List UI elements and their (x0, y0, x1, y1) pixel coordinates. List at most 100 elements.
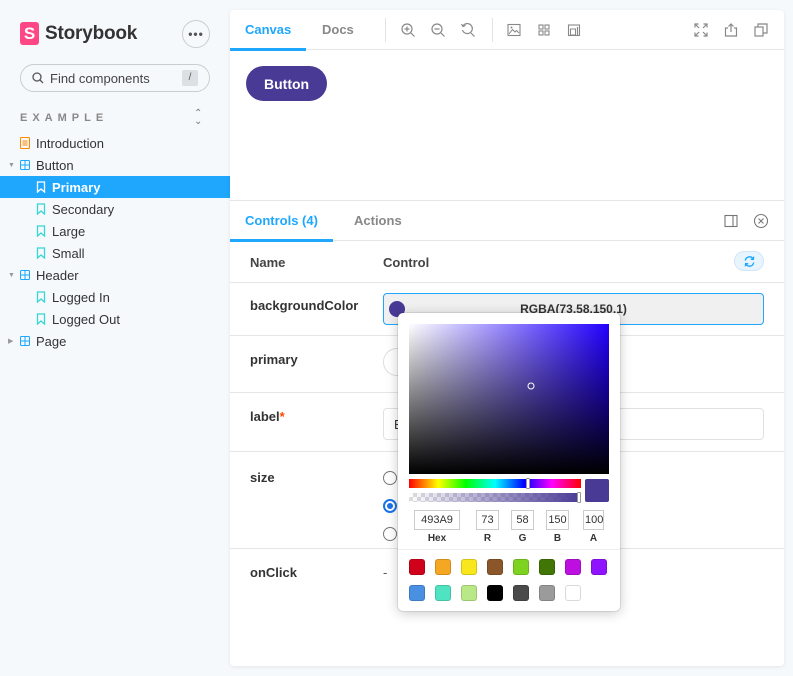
alpha-slider-handle[interactable] (577, 492, 581, 503)
preset-swatch[interactable] (565, 585, 581, 601)
caret-down-icon[interactable]: ▼ (8, 162, 15, 169)
color-fields: 493A9 Hex 73 R 58 G 150 B 100 A (409, 510, 609, 544)
green-label: G (518, 533, 527, 544)
caret-right-icon[interactable]: ▶ (8, 337, 13, 345)
component-icon (20, 335, 30, 347)
sidebar-item-label: Introduction (36, 135, 104, 151)
current-color-preview (585, 479, 609, 502)
toolbar: Canvas Docs (230, 10, 784, 51)
size-radio-option[interactable] (383, 527, 397, 541)
control-name: onClick (250, 565, 297, 580)
blue-field: 150 B (546, 510, 569, 544)
controls-table-header: Name Control (230, 241, 784, 283)
size-radio-option-selected[interactable] (383, 499, 397, 513)
tab-actions[interactable]: Actions (354, 201, 402, 241)
background-icon[interactable] (506, 22, 522, 38)
hex-input[interactable]: 493A9 (414, 510, 460, 530)
sidebar: S Storybook ••• / EXAMPLE ⌃⌄ Introductio… (0, 0, 230, 676)
reset-controls-button[interactable] (734, 251, 764, 271)
alpha-input[interactable]: 100 (583, 510, 604, 530)
sidebar-item-header[interactable]: ▼ Header (0, 264, 230, 286)
search-icon (32, 72, 44, 84)
divider (385, 18, 386, 42)
sidebar-item-secondary[interactable]: Secondary (0, 198, 230, 220)
action-value: - (383, 565, 388, 580)
sidebar-item-logged-in[interactable]: Logged In (0, 286, 230, 308)
story-bookmark-icon (36, 291, 46, 303)
demo-button[interactable]: Button (246, 66, 328, 101)
preset-swatch[interactable] (435, 559, 451, 575)
zoom-reset-icon[interactable] (460, 22, 476, 38)
zoom-in-icon[interactable] (400, 22, 416, 38)
component-icon (20, 269, 30, 281)
sidebar-item-small[interactable]: Small (0, 242, 230, 264)
hex-field: 493A9 Hex (414, 510, 460, 544)
preset-swatch[interactable] (487, 559, 503, 575)
size-radio-option[interactable] (383, 471, 397, 485)
sidebar-item-logged-out[interactable]: Logged Out (0, 308, 230, 330)
red-field: 73 R (476, 510, 499, 544)
search-shortcut-key: / (182, 70, 198, 86)
sidebar-item-label: Header (36, 267, 79, 283)
expand-collapse-all-icon[interactable]: ⌃ ⌄ (194, 109, 202, 127)
preset-swatch[interactable] (591, 559, 607, 575)
hex-label: Hex (427, 533, 447, 544)
brand[interactable]: S Storybook (20, 22, 137, 45)
preset-swatch[interactable] (539, 585, 555, 601)
sidebar-item-page[interactable]: ▶ Page (0, 330, 230, 352)
tab-docs[interactable]: Docs (322, 10, 354, 50)
search-box[interactable]: / (20, 64, 210, 92)
close-panel-icon[interactable] (753, 213, 769, 229)
blue-input[interactable]: 150 (546, 510, 569, 530)
preset-swatch[interactable] (565, 559, 581, 575)
sidebar-item-label: Button (36, 157, 74, 173)
preset-swatch[interactable] (539, 559, 555, 575)
reset-icon (744, 255, 754, 267)
color-picker-popover: 493A9 Hex 73 R 58 G 150 B 100 A (398, 313, 620, 611)
preset-swatch[interactable] (409, 559, 425, 575)
sidebar-item-button[interactable]: ▼ Button (0, 154, 230, 176)
alpha-field: 100 A (583, 510, 604, 544)
share-icon[interactable] (723, 22, 739, 38)
red-input[interactable]: 73 (476, 510, 499, 530)
hue-slider-handle[interactable] (525, 478, 530, 489)
preset-swatch[interactable] (461, 559, 477, 575)
required-marker: * (279, 409, 285, 424)
section-title[interactable]: EXAMPLE (20, 112, 108, 124)
hue-slider[interactable] (409, 478, 581, 489)
control-name: size (250, 470, 275, 485)
fullscreen-icon[interactable] (693, 22, 709, 38)
story-bookmark-icon (36, 247, 46, 259)
tab-canvas[interactable]: Canvas (230, 10, 307, 51)
divider (398, 549, 620, 550)
sidebar-item-label: Primary (52, 179, 101, 195)
outline-icon[interactable] (566, 22, 582, 38)
sidebar-item-large[interactable]: Large (0, 220, 230, 242)
search-input[interactable] (50, 70, 180, 86)
preset-swatch[interactable] (513, 585, 529, 601)
control-name: backgroundColor (250, 298, 359, 313)
preset-swatch[interactable] (435, 585, 451, 601)
grid-icon[interactable] (536, 22, 552, 38)
story-bookmark-icon (36, 203, 46, 215)
preset-swatch[interactable] (487, 585, 503, 601)
more-menu-button[interactable]: ••• (182, 20, 210, 48)
preset-swatch[interactable] (461, 585, 477, 601)
sidebar-item-introduction[interactable]: Introduction (0, 132, 230, 154)
green-input[interactable]: 58 (511, 510, 534, 530)
story-bookmark-icon (36, 313, 46, 325)
sidebar-item-label: Secondary (52, 201, 115, 217)
copy-link-icon[interactable] (753, 22, 769, 38)
saturation-brightness-area[interactable] (409, 324, 609, 474)
caret-down-icon[interactable]: ▼ (8, 272, 15, 279)
tab-controls[interactable]: Controls (4) (230, 201, 333, 242)
brand-name: Storybook (45, 22, 138, 44)
zoom-out-icon[interactable] (430, 22, 446, 38)
preset-swatch[interactable] (513, 559, 529, 575)
alpha-slider[interactable] (409, 492, 581, 503)
panel-orientation-icon[interactable] (724, 214, 738, 228)
preset-swatch[interactable] (409, 585, 425, 601)
sidebar-item-label: Large (52, 223, 86, 239)
saturation-handle[interactable] (527, 382, 535, 389)
sidebar-item-primary[interactable]: Primary (0, 176, 230, 198)
